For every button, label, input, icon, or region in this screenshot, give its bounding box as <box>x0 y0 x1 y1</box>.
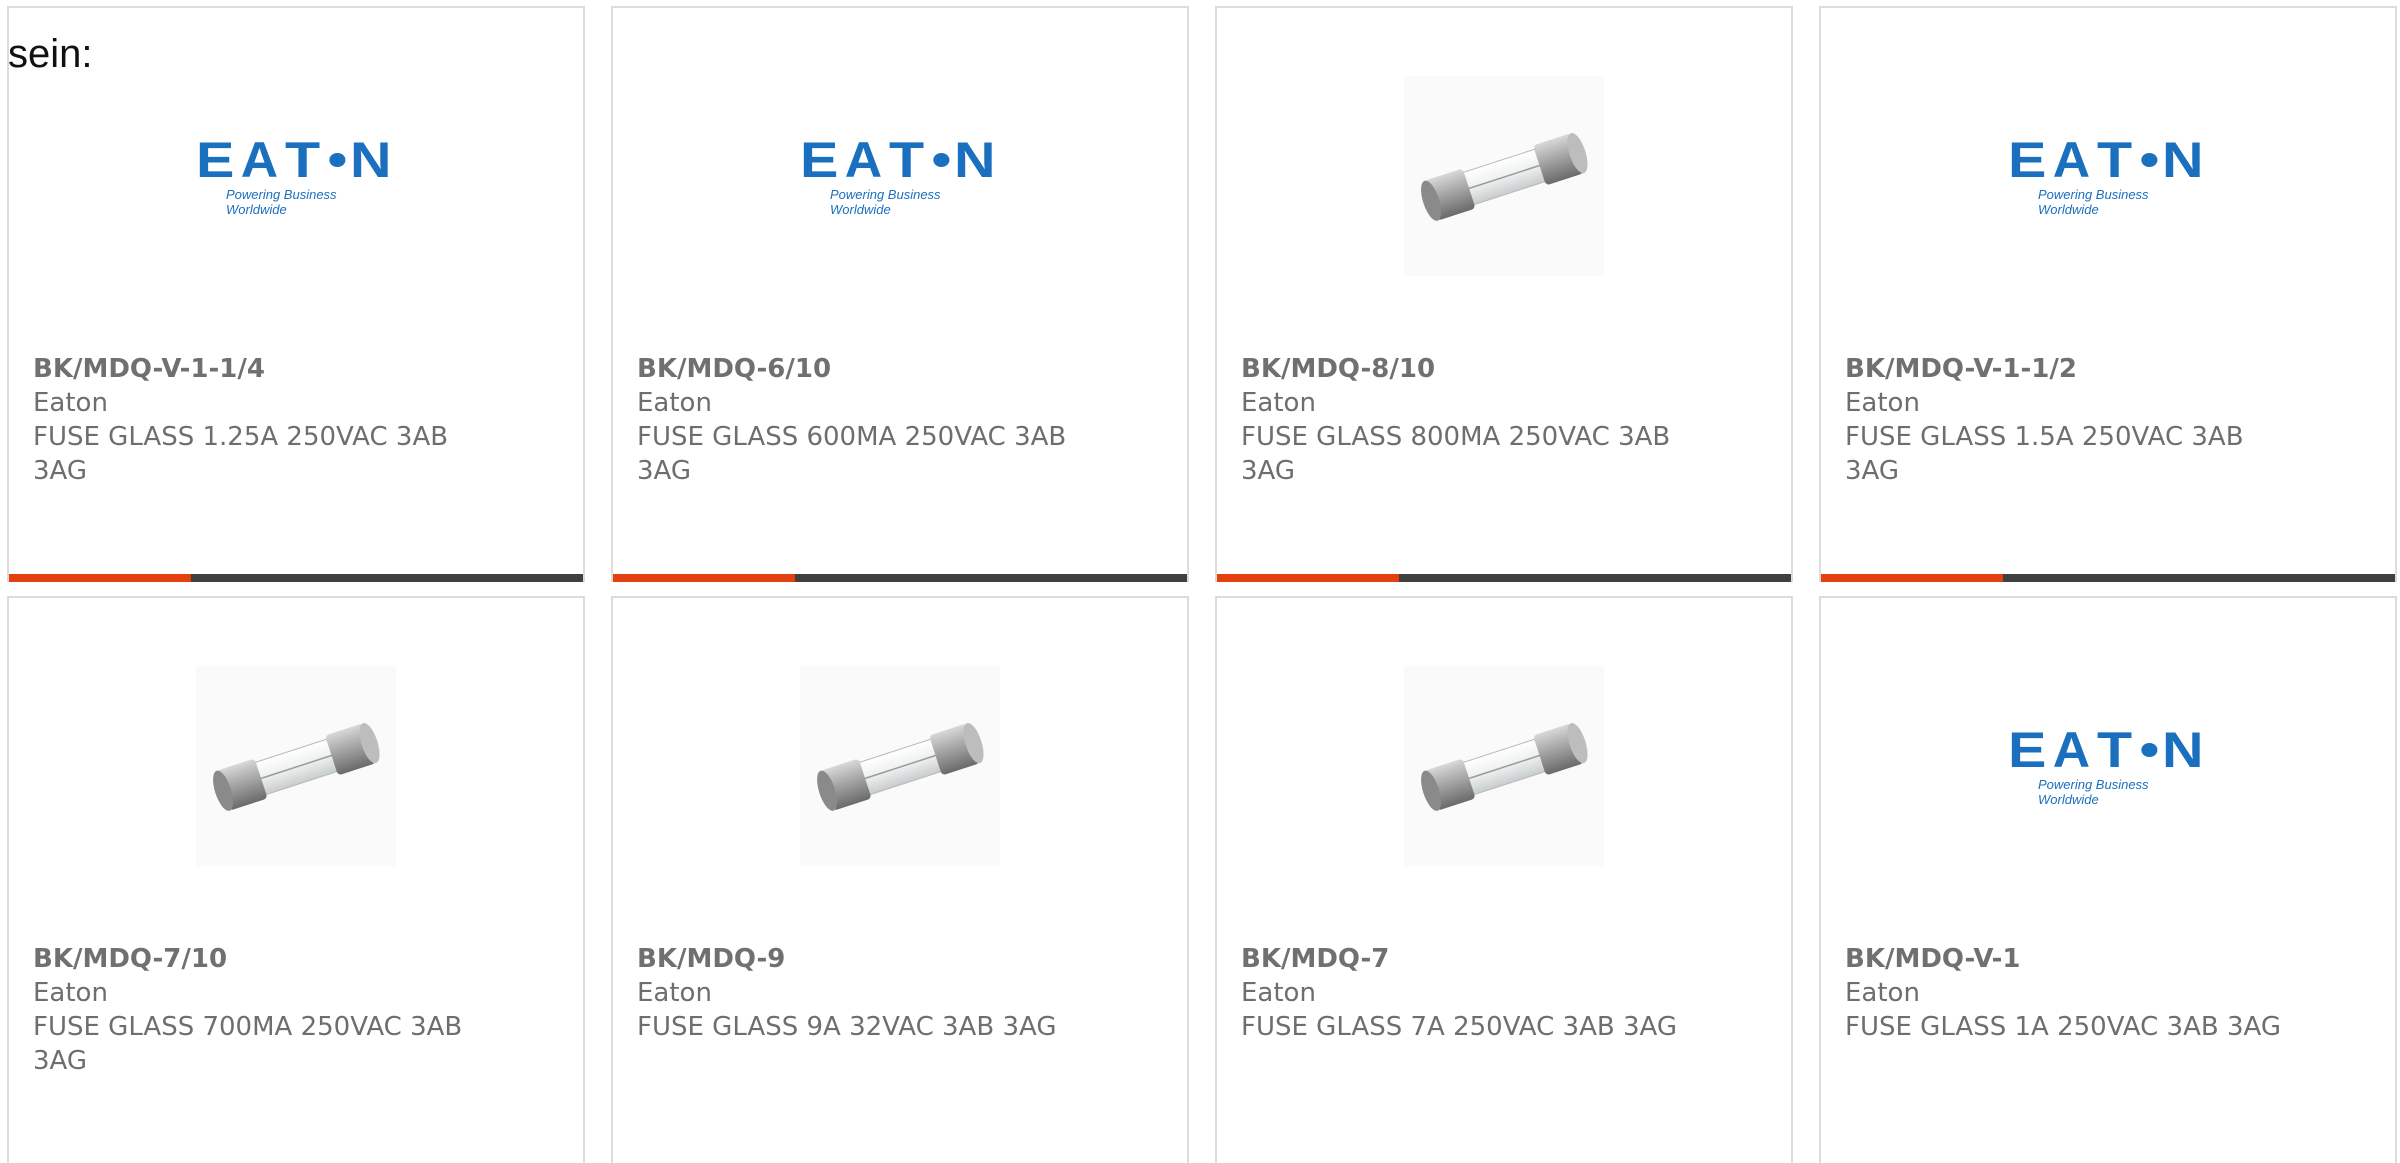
product-image[interactable]: EAT N Powering Business Worldwide <box>196 76 396 276</box>
card-footer-bar <box>613 574 1187 582</box>
card-accent-bar <box>9 574 191 582</box>
glass-fuse-icon <box>1404 666 1604 866</box>
product-description: FUSE GLASS 7A 250VAC 3AB 3AG <box>1241 1012 1678 1042</box>
product-description: FUSE GLASS 700MA 250VAC 3AB <box>33 1012 463 1042</box>
part-number[interactable]: BK/MDQ-8/10 <box>1241 352 1681 386</box>
product-image[interactable]: EAT N Powering Business Worldwide <box>800 76 1000 276</box>
product-image[interactable]: EAT N Powering Business Worldwide <box>2008 76 2208 276</box>
product-description: FUSE GLASS 1A 250VAC 3AB 3AG <box>1845 1012 2282 1042</box>
intro-text: sein: <box>8 32 93 76</box>
product-card[interactable]: BK/MDQ-7 Eaton FUSE GLASS 7A 250VAC 3AB … <box>1215 596 1793 1163</box>
logo-tagline: Powering Business Worldwide <box>830 187 941 217</box>
card-accent-bar <box>1821 574 2003 582</box>
logo-tagline: Powering Business Worldwide <box>226 187 337 217</box>
product-description-cont: 3AG <box>33 456 88 486</box>
part-number[interactable]: BK/MDQ-6/10 <box>637 352 1077 386</box>
product-card[interactable]: BK/MDQ-7/10 Eaton FUSE GLASS 700MA 250VA… <box>7 596 585 1163</box>
logo-tagline: Powering Business Worldwide <box>2038 777 2149 807</box>
product-image[interactable] <box>1404 666 1604 866</box>
part-number[interactable]: BK/MDQ-V-1-1/4 <box>33 352 473 386</box>
glass-fuse-icon <box>196 666 396 866</box>
eaton-logo-icon: EAT N Powering Business Worldwide <box>195 132 397 217</box>
eaton-logo-icon: EAT N Powering Business Worldwide <box>799 132 1001 217</box>
product-card[interactable]: EAT N Powering Business Worldwide BK/MDQ-… <box>611 6 1189 582</box>
brand-name: Eaton <box>1241 978 1316 1008</box>
card-footer-bar <box>1821 574 2395 582</box>
part-number[interactable]: BK/MDQ-V-1 <box>1845 942 2285 976</box>
product-image[interactable] <box>800 666 1000 866</box>
product-description-cont: 3AG <box>1845 456 1900 486</box>
brand-name: Eaton <box>33 388 108 418</box>
part-number[interactable]: BK/MDQ-7/10 <box>33 942 473 976</box>
glass-fuse-icon <box>1404 76 1604 276</box>
part-number[interactable]: BK/MDQ-9 <box>637 942 1077 976</box>
product-description: FUSE GLASS 600MA 250VAC 3AB <box>637 422 1067 452</box>
product-description: FUSE GLASS 800MA 250VAC 3AB <box>1241 422 1671 452</box>
product-description: FUSE GLASS 1.25A 250VAC 3AB <box>33 422 449 452</box>
brand-name: Eaton <box>637 388 712 418</box>
part-number[interactable]: BK/MDQ-V-1-1/2 <box>1845 352 2285 386</box>
product-image[interactable] <box>196 666 396 866</box>
card-footer-bar <box>1217 574 1791 582</box>
product-image[interactable]: EAT N Powering Business Worldwide <box>2008 666 2208 866</box>
glass-fuse-icon <box>800 666 1000 866</box>
card-accent-bar <box>1217 574 1399 582</box>
eaton-logo-icon: EAT N Powering Business Worldwide <box>2007 722 2209 807</box>
logo-tagline: Powering Business Worldwide <box>2038 187 2149 217</box>
product-card[interactable]: BK/MDQ-8/10 Eaton FUSE GLASS 800MA 250VA… <box>1215 6 1793 582</box>
product-description-cont: 3AG <box>1241 456 1296 486</box>
card-accent-bar <box>613 574 795 582</box>
product-description: FUSE GLASS 1.5A 250VAC 3AB <box>1845 422 2244 452</box>
brand-name: Eaton <box>1241 388 1316 418</box>
product-description-cont: 3AG <box>33 1046 88 1076</box>
brand-name: Eaton <box>1845 978 1920 1008</box>
eaton-logo-icon: EAT N Powering Business Worldwide <box>2007 132 2209 217</box>
part-number[interactable]: BK/MDQ-7 <box>1241 942 1681 976</box>
product-description: FUSE GLASS 9A 32VAC 3AB 3AG <box>637 1012 1057 1042</box>
card-footer-bar <box>9 574 583 582</box>
brand-name: Eaton <box>33 978 108 1008</box>
product-description-cont: 3AG <box>637 456 692 486</box>
product-card[interactable]: EAT N Powering Business Worldwide BK/MDQ-… <box>7 6 585 582</box>
product-card[interactable]: EAT N Powering Business Worldwide BK/MDQ-… <box>1819 6 2397 582</box>
product-grid-page: sein: EAT N Powering Business Worldwide B… <box>0 0 2400 1163</box>
product-image[interactable] <box>1404 76 1604 276</box>
brand-name: Eaton <box>1845 388 1920 418</box>
product-card[interactable]: BK/MDQ-9 Eaton FUSE GLASS 9A 32VAC 3AB 3… <box>611 596 1189 1163</box>
product-card[interactable]: EAT N Powering Business Worldwide BK/MDQ-… <box>1819 596 2397 1163</box>
brand-name: Eaton <box>637 978 712 1008</box>
